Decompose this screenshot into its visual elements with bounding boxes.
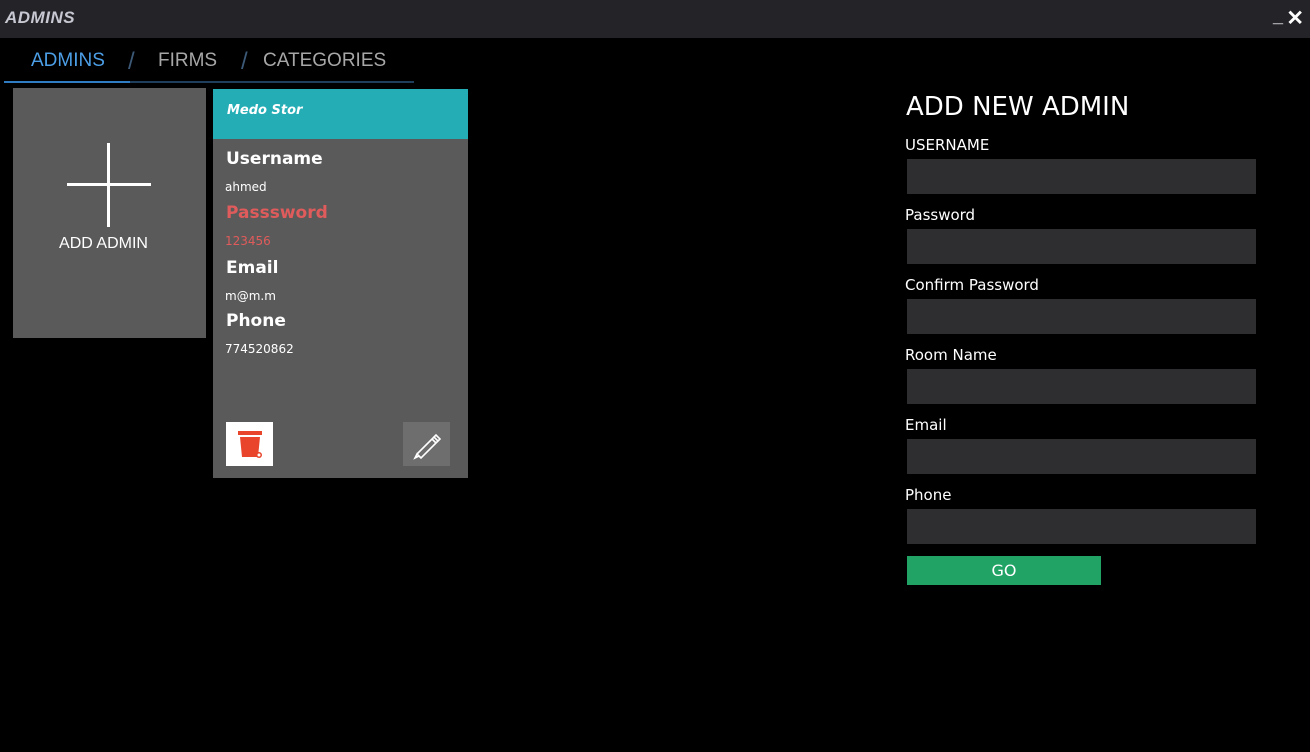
tab-separator: / — [128, 48, 135, 75]
username-field-label: USERNAME — [905, 136, 990, 154]
phone-field[interactable] — [907, 509, 1256, 544]
tab-separator: / — [241, 48, 248, 75]
username-field[interactable] — [907, 159, 1256, 194]
email-value: m@m.m — [225, 289, 276, 303]
tab-firms[interactable]: FIRMS — [158, 50, 217, 72]
edit-admin-button[interactable] — [403, 422, 450, 466]
close-button[interactable]: ✕ — [1286, 6, 1304, 31]
tab-categories[interactable]: CATEGORIES — [263, 50, 386, 72]
email-label: Email — [226, 258, 279, 278]
confirm-password-field[interactable] — [907, 299, 1256, 334]
phone-label: Phone — [226, 311, 286, 331]
password-field-label: Password — [905, 206, 976, 224]
go-button[interactable]: GO — [907, 556, 1101, 585]
add-admin-tile[interactable]: ADD ADMIN — [13, 88, 206, 338]
password-value: 123456 — [225, 234, 271, 248]
confirm-password-field-label: Confirm Password — [905, 276, 1039, 294]
pencil-icon — [413, 433, 442, 460]
password-field[interactable] — [907, 229, 1256, 264]
phone-field-label: Phone — [905, 486, 952, 504]
trash-icon — [238, 431, 262, 458]
admin-card: Medo Stor Username ahmed Passsword 12345… — [213, 89, 468, 478]
username-label: Username — [226, 149, 323, 169]
room-name-field[interactable] — [907, 369, 1256, 404]
email-field[interactable] — [907, 439, 1256, 474]
plus-icon-vertical — [107, 143, 110, 227]
window-title: ADMINS — [5, 8, 76, 27]
add-admin-label: ADD ADMIN — [59, 235, 148, 252]
room-name-field-label: Room Name — [905, 346, 997, 364]
email-field-label: Email — [905, 416, 947, 434]
tab-admins[interactable]: ADMINS — [31, 50, 105, 72]
admin-card-header: Medo Stor — [213, 89, 468, 139]
phone-value: 774520862 — [225, 342, 294, 356]
password-label: Passsword — [226, 203, 328, 223]
form-title: ADD NEW ADMIN — [906, 92, 1130, 122]
tab-bar: ADMINS / FIRMS / CATEGORIES — [4, 44, 414, 83]
username-value: ahmed — [225, 180, 267, 194]
delete-admin-button[interactable] — [226, 422, 273, 466]
admin-card-title: Medo Stor — [227, 103, 303, 118]
minimize-button[interactable]: _ — [1273, 6, 1283, 27]
title-bar: ADMINS _ ✕ — [0, 0, 1310, 38]
active-tab-indicator — [4, 81, 130, 83]
